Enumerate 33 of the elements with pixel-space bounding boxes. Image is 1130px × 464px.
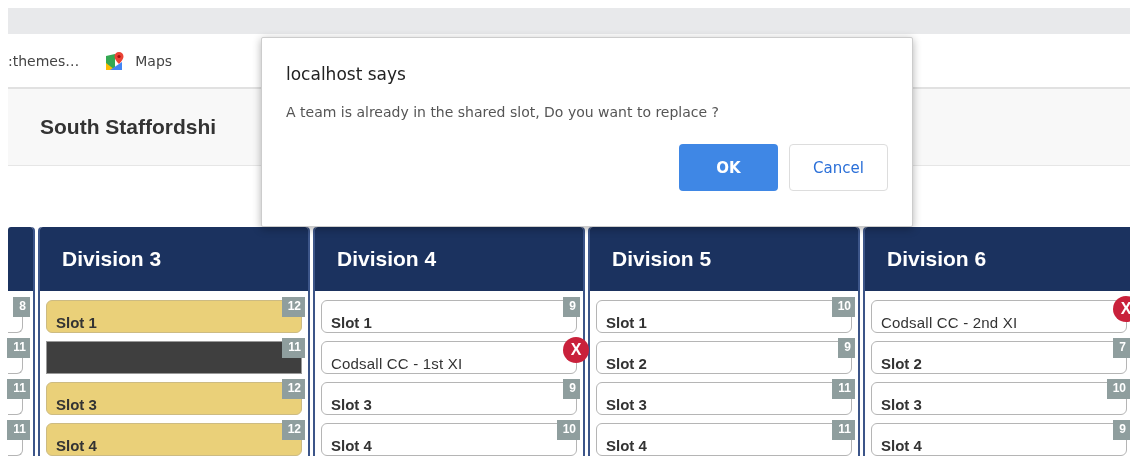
remove-button[interactable]: X — [563, 337, 589, 363]
count-badge: 9 — [563, 297, 580, 317]
bookmark-link[interactable]: Maps — [105, 50, 173, 71]
dialog-message: A team is already in the shared slot, Do you want to replace ? — [286, 104, 720, 120]
count-badge: 10 — [831, 297, 855, 317]
count-badge: 11 — [832, 420, 855, 440]
count-badge: 11 — [7, 338, 30, 358]
cancel-button[interactable]: Cancel — [789, 144, 888, 191]
count-badge: 12 — [281, 420, 305, 440]
count-badge: 11 — [832, 379, 855, 399]
count-badge: 11 — [282, 338, 305, 358]
count-badge: 9 — [1113, 420, 1130, 440]
division-header — [8, 227, 33, 291]
map-pin-icon — [105, 50, 126, 71]
count-badge: 10 — [1106, 379, 1130, 399]
count-badge: 7 — [1113, 338, 1130, 358]
blocked-slot[interactable] — [46, 341, 302, 374]
page-title: South Staffordshi — [40, 115, 217, 139]
bookmark-link[interactable]: :themes… — [8, 52, 80, 69]
division-title: Division 4 — [337, 247, 437, 271]
division-title: Division 3 — [62, 247, 162, 271]
division-title: Division 5 — [612, 247, 712, 271]
division-title: Division 6 — [887, 247, 987, 271]
count-badge: 9 — [838, 338, 855, 358]
count-badge: 12 — [281, 297, 305, 317]
count-badge: 10 — [556, 420, 580, 440]
count-badge: 9 — [563, 379, 580, 399]
count-badge: 11 — [7, 379, 30, 399]
count-badge: 12 — [281, 379, 305, 399]
ok-button[interactable]: OK — [679, 144, 778, 191]
count-badge: 11 — [7, 420, 30, 440]
count-badge: 8 — [13, 297, 30, 317]
dialog-title: localhost says — [286, 64, 407, 84]
